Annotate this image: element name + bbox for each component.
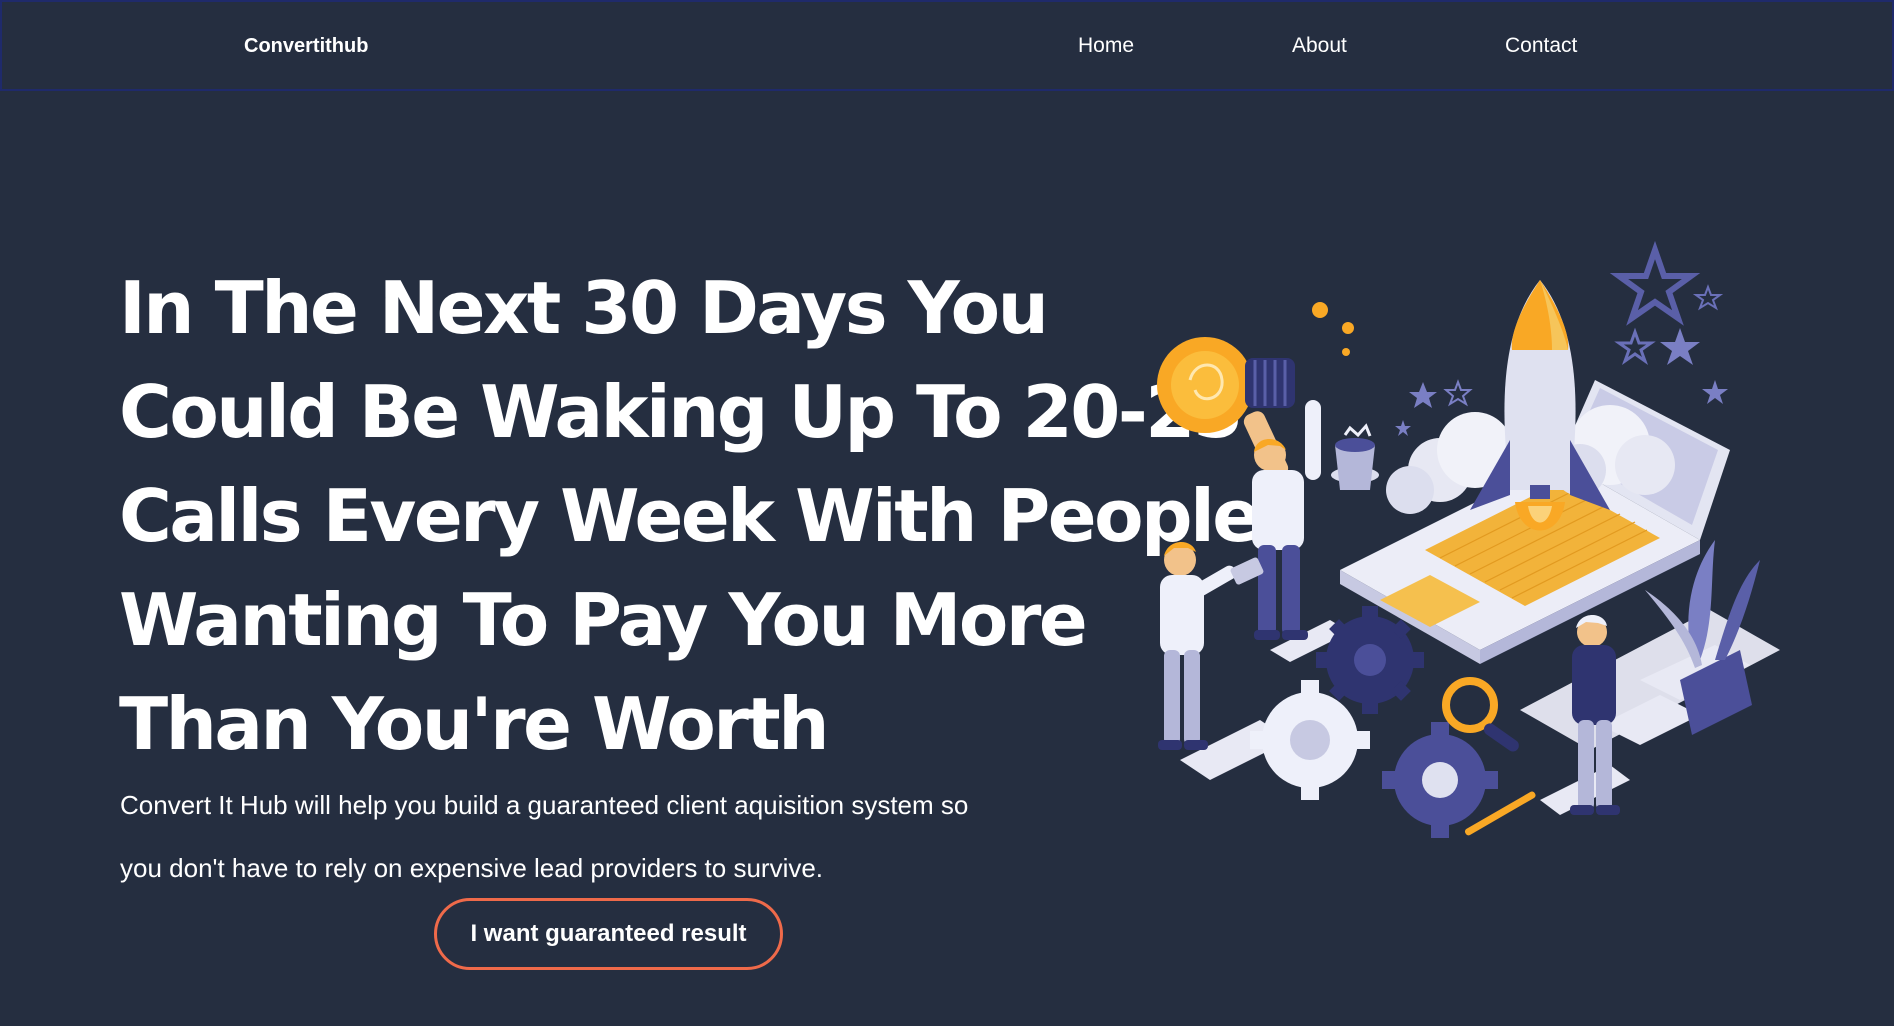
hero-subtitle-line: you don't have to rely on expensive lead… — [120, 853, 824, 883]
hero-title-line: Calls Every Week With People — [119, 474, 1261, 558]
nav-link-about[interactable]: About — [1292, 34, 1347, 58]
hero-title-line: Wanting To Pay You More — [119, 578, 1088, 662]
brand-logo[interactable]: Convertithub — [244, 35, 368, 58]
hero-subtitle-line: Convert It Hub will help you build a gua… — [120, 790, 969, 820]
hero-subtitle: Convert It Hub will help you build a gua… — [120, 774, 1100, 900]
navbar: Convertithub Home About Contact — [0, 0, 1894, 91]
hero-title-line: In The Next 30 Days You — [119, 266, 1049, 350]
hero-title: In The Next 30 Days You Could Be Waking … — [119, 256, 1261, 776]
hero-title-line: Could Be Waking Up To 20-25 — [119, 370, 1243, 454]
hero-title-line: Than You're Worth — [119, 682, 829, 766]
nav-link-home[interactable]: Home — [1078, 34, 1134, 58]
startup-rocket-illustration — [1140, 240, 1780, 880]
nav-link-contact[interactable]: Contact — [1505, 34, 1577, 58]
rocket-launch-icon — [1157, 240, 1780, 838]
guaranteed-result-button[interactable]: I want guaranteed result — [434, 898, 783, 970]
